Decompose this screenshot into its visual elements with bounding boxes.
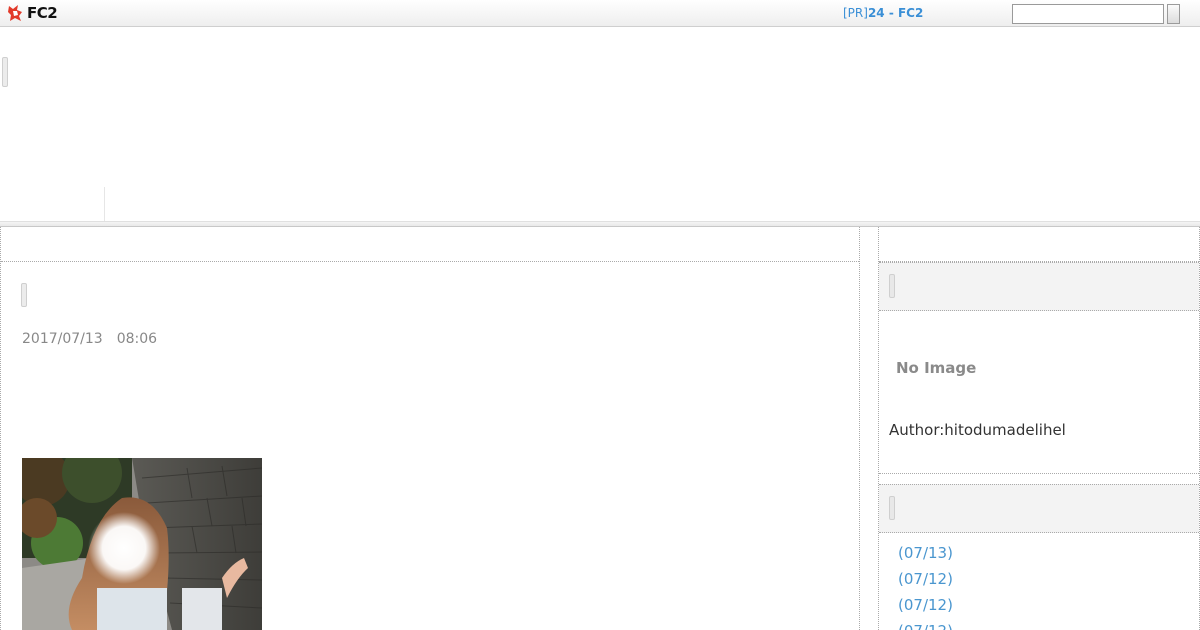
fc2-logo-link[interactable]: FC2 [7, 4, 58, 22]
profile-plugin-header [879, 262, 1199, 311]
fc2-search-button[interactable] [1167, 4, 1180, 24]
recent-entries-title-placeholder [889, 496, 895, 520]
recent-entry-link[interactable]: (07/12) [898, 595, 953, 621]
entry-date: 2017/07/13 [22, 331, 103, 347]
blog-header [0, 27, 1200, 225]
pr-link-text: 24 - FC2 [867, 6, 924, 20]
pr-ad-link[interactable]: [PR]24 - FC2 [843, 6, 923, 20]
recent-entries-header [879, 484, 1199, 533]
entry-datetime: 2017/07/13 08:06 [22, 331, 171, 347]
profile-plugin-title-placeholder [889, 274, 895, 298]
recent-entries-list: (07/13) (07/12) (07/12) (07/12) [898, 543, 953, 630]
fc2-logo-text: FC2 [27, 4, 58, 22]
profile-plugin: No Image Author:hitodumadelihel [879, 311, 1199, 474]
profile-author: Author:hitodumadelihel [889, 421, 1066, 439]
entry-title-placeholder [21, 283, 27, 307]
profile-no-image: No Image [896, 359, 977, 377]
entry-photo-image [22, 458, 262, 630]
fc2-top-bar: FC2 [PR]24 - FC2 [0, 0, 1200, 27]
sidebar-top-row [879, 227, 1199, 262]
fc2-fox-logo-icon [8, 5, 22, 21]
fc2-search-input[interactable] [1012, 4, 1164, 24]
recent-entry-link[interactable]: (07/12) [898, 621, 953, 630]
column-gap [860, 227, 879, 630]
entry-time: 08:06 [116, 331, 158, 347]
blog-title-placeholder [2, 57, 8, 87]
sidebar: No Image Author:hitodumadelihel (07/13) … [879, 227, 1200, 630]
main-column: 2017/07/13 08:06 [0, 227, 860, 630]
pr-prefix: [PR] [843, 6, 868, 20]
entry-photo[interactable] [22, 458, 262, 630]
main-top-row [1, 227, 859, 262]
recent-entry-link[interactable]: (07/12) [898, 569, 953, 595]
header-divider [104, 187, 105, 225]
recent-entry-link[interactable]: (07/13) [898, 543, 953, 569]
